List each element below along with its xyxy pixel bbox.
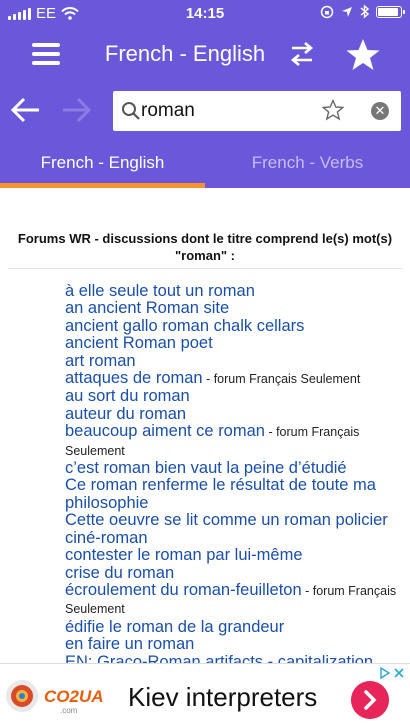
forum-result-item[interactable]: auteur du roman (65, 405, 410, 423)
forum-result-link[interactable]: au sort du roman (65, 387, 190, 405)
forum-result-link[interactable]: an ancient Roman site (65, 299, 229, 317)
forum-result-link[interactable]: à elle seule tout un roman (65, 282, 255, 300)
app-header: French - English (0, 28, 410, 82)
ad-logo-sub: .com (60, 706, 78, 715)
forum-result-link[interactable]: ancient Roman poet (65, 334, 213, 352)
forum-result-link[interactable]: en faire un roman (65, 635, 194, 653)
forum-result-item[interactable]: ancient gallo roman chalk cellars (65, 317, 410, 335)
forum-result-item[interactable]: en faire un roman (65, 635, 410, 653)
search-box: ✕ (113, 91, 401, 131)
forum-result-item[interactable]: au sort du roman (65, 388, 410, 405)
battery-fill (378, 7, 398, 16)
header-title: French - English (104, 41, 266, 66)
forum-result-item[interactable]: édifie le roman de la grandeur (65, 618, 410, 636)
status-bar: EE 14:15 (0, 0, 410, 28)
star-icon[interactable] (345, 38, 381, 72)
forum-result-link[interactable]: Ce roman renferme le résultat de toute m… (65, 476, 376, 512)
forum-result-link[interactable]: crise du roman (65, 564, 174, 582)
forum-heading: Forums WR - discussions dont le titre co… (0, 230, 410, 264)
location-icon (342, 6, 352, 17)
forum-result-item[interactable]: crise du roman (65, 564, 410, 582)
forum-result-link[interactable]: c’est roman bien vaut la peine d’étudié (65, 459, 347, 477)
ad-logo-text: CO2UA (44, 687, 104, 706)
forum-result-item[interactable]: attaques de roman - forum Français Seule… (65, 369, 410, 388)
tab-french-english[interactable]: French - English (0, 140, 205, 188)
forum-result-item[interactable]: c’est roman bien vaut la peine d’étudié (65, 459, 410, 477)
back-arrow-icon[interactable] (10, 96, 42, 124)
forum-result-item[interactable]: EN: Graco-Roman artifacts - capitalizati… (65, 653, 410, 663)
forum-result-item[interactable]: Ce roman renferme le résultat de toute m… (65, 477, 410, 512)
forum-result-link[interactable]: ancient gallo roman chalk cellars (65, 317, 304, 335)
forum-result-item[interactable]: an ancient Roman site (65, 300, 410, 317)
ad-banner[interactable]: CO2UA .com Kiev interpreters (0, 663, 410, 727)
ad-arrow-icon[interactable] (351, 681, 389, 719)
battery-icon (376, 5, 405, 18)
ad-choices-icon[interactable] (378, 666, 406, 680)
forum-results-list: à elle seule tout un roman an ancient Rom… (65, 282, 410, 663)
ad-title[interactable]: Kiev interpreters (128, 682, 317, 713)
menu-icon[interactable] (32, 43, 60, 65)
search-input[interactable] (141, 91, 321, 131)
forum-result-link[interactable]: contester le roman par lui-même (65, 546, 303, 564)
forum-result-item[interactable]: beaucoup aiment ce roman - forum Françai… (65, 423, 410, 460)
search-row: ✕ (0, 82, 410, 140)
forum-result-link[interactable]: beaucoup aiment ce roman (65, 422, 265, 440)
forum-result-item[interactable]: contester le roman par lui-même (65, 546, 410, 564)
forum-result-item[interactable]: Cette oeuvre se lit comme un roman polic… (65, 512, 410, 529)
results-content[interactable]: Forums WR - discussions dont le titre co… (0, 188, 410, 663)
forum-result-item[interactable]: art roman (65, 352, 410, 370)
forum-heading-line2: "roman" : (175, 248, 235, 263)
clear-icon[interactable]: ✕ (371, 102, 389, 120)
search-icon (122, 102, 140, 120)
status-right (320, 4, 405, 19)
dictionary-tabs: French - English French - Verbs (0, 140, 410, 188)
bluetooth-icon (360, 4, 369, 19)
forum-result-link[interactable]: attaques de roman (65, 369, 203, 387)
tab-french-verbs[interactable]: French - Verbs (205, 140, 410, 188)
forum-result-note: - forum Français Seulement (202, 372, 361, 387)
forum-result-item[interactable]: écroulement du roman-feuilleton - forum … (65, 581, 410, 619)
forum-result-item[interactable]: ancient Roman poet (65, 335, 410, 352)
forum-result-link[interactable]: EN: Graco-Roman artifacts - capitalizati… (65, 653, 373, 663)
forum-result-link[interactable]: auteur du roman (65, 405, 186, 423)
forum-result-link[interactable]: édifie le roman de la grandeur (65, 618, 284, 636)
lock-rotation-icon (320, 5, 334, 18)
ad-logo-icon (6, 680, 38, 712)
forum-result-link[interactable]: art roman (65, 352, 136, 370)
forum-result-link[interactable]: Cette oeuvre se lit comme un roman polic… (65, 511, 388, 529)
swap-icon[interactable] (288, 41, 316, 67)
forum-result-item[interactable]: à elle seule tout un roman (65, 282, 410, 300)
forum-result-link[interactable]: écroulement du roman-feuilleton (65, 581, 302, 599)
forum-heading-line1: Forums WR - discussions dont le titre co… (17, 231, 393, 246)
forum-result-item[interactable]: ciné-roman (65, 529, 410, 547)
ad-logo[interactable]: CO2UA .com (4, 678, 104, 718)
favorite-star-icon[interactable] (322, 99, 344, 121)
forward-arrow-icon[interactable] (60, 96, 92, 124)
heading-divider (8, 268, 402, 269)
forum-result-link[interactable]: ciné-roman (65, 529, 148, 547)
